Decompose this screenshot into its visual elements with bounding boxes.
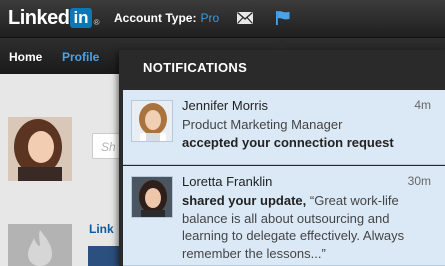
company-avatar [8, 224, 72, 266]
logo-registered-mark: ® [93, 18, 100, 27]
top-bar: Linked in ® Account Type: Pro [0, 0, 445, 38]
notification-title-line: Product Marketing Manager [182, 117, 343, 132]
nav-home[interactable]: Home [9, 50, 42, 64]
notification-time: 4m [414, 98, 431, 112]
profile-photo[interactable] [8, 117, 72, 181]
avatar[interactable] [131, 176, 173, 218]
flame-icon [8, 224, 72, 266]
notification-body: shared your update, “Great work-life bal… [182, 192, 434, 262]
notification-name[interactable]: Loretta Franklin [182, 174, 272, 189]
notification-body: Product Marketing Manager accepted your … [182, 116, 434, 151]
notifications-dropdown: NOTIFICATIONS Jennifer Morris 4m Product… [119, 50, 445, 266]
notification-item[interactable]: Jennifer Morris 4m Product Marketing Man… [123, 90, 445, 165]
background-bar [88, 246, 123, 266]
account-type-value[interactable]: Pro [200, 11, 219, 25]
account-type: Account Type: Pro [114, 11, 219, 25]
notification-action: accepted your connection request [182, 134, 394, 150]
notification-name[interactable]: Jennifer Morris [182, 98, 268, 113]
mail-icon[interactable] [237, 12, 253, 24]
avatar[interactable] [131, 100, 173, 142]
avatar-image [132, 177, 172, 217]
avatar-image [132, 101, 172, 141]
flag-icon[interactable] [275, 10, 291, 26]
background-link[interactable]: Link [89, 222, 114, 236]
profile-photo-image [8, 117, 72, 181]
logo-text: Linked [8, 7, 70, 29]
notifications-title: NOTIFICATIONS [143, 60, 248, 75]
linkedin-logo[interactable]: Linked in ® [8, 7, 99, 29]
account-type-label: Account Type: [114, 11, 197, 25]
logo-in-badge: in [70, 8, 92, 28]
notification-action: shared your update, [182, 193, 307, 208]
notification-time: 30m [407, 174, 431, 188]
nav-profile[interactable]: Profile [62, 50, 99, 64]
notification-item[interactable]: Loretta Franklin 30m shared your update,… [123, 166, 445, 266]
dropdown-caret [273, 40, 291, 50]
